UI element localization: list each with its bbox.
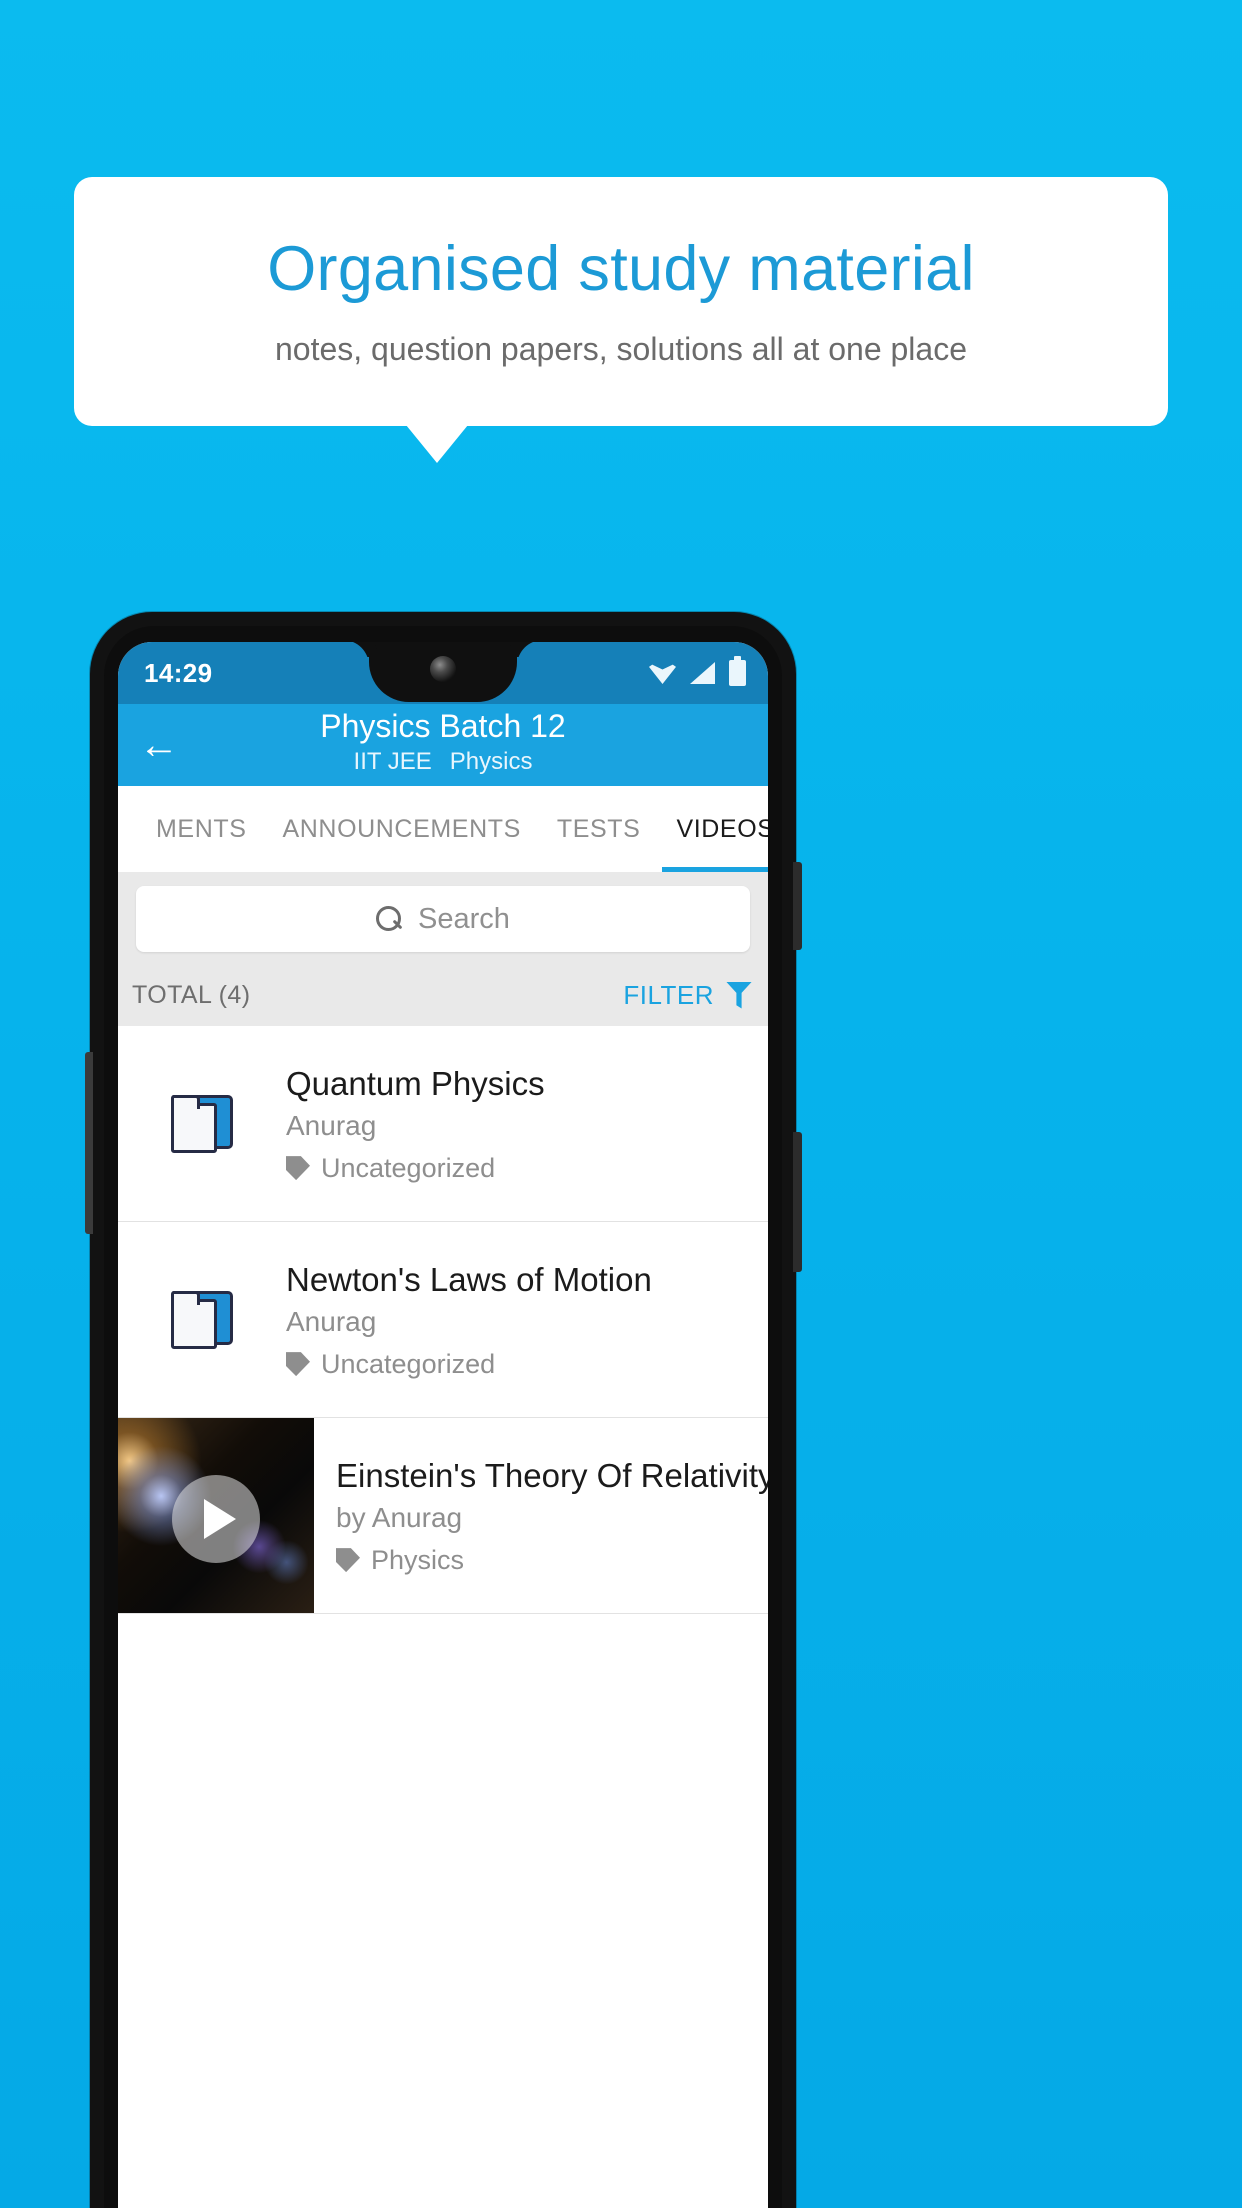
list-item-thumb	[118, 1290, 286, 1349]
list-item[interactable]: Newton's Laws of Motion Anurag Uncategor…	[118, 1222, 768, 1418]
page-title: Physics Batch 12	[320, 708, 566, 744]
side-button[interactable]	[793, 1132, 802, 1272]
filter-label: FILTER	[623, 979, 714, 1010]
callout-tail	[406, 425, 468, 463]
status-time: 14:29	[144, 657, 213, 688]
promo-subtitle: notes, question papers, solutions all at…	[274, 330, 967, 367]
list-item-thumb	[118, 1094, 286, 1153]
search-icon	[376, 906, 402, 932]
list-item-tag: Uncategorized	[321, 1348, 496, 1379]
filter-funnel-icon	[726, 981, 752, 1009]
list-item-title: Quantum Physics	[286, 1065, 545, 1103]
list-item-tagline: Physics	[336, 1545, 768, 1576]
signal-icon	[690, 662, 715, 684]
phone-screen: 14:29 ← Physics Batch 12 IIT JEE Physics	[118, 642, 768, 2208]
subtitle-subject: Physics	[449, 747, 533, 775]
app-bar: ← Physics Batch 12 IIT JEE Physics	[118, 704, 768, 786]
search-section: Search	[118, 872, 768, 964]
list-item-author: by Anurag	[336, 1501, 463, 1533]
tab-assignments[interactable]: MENTS	[138, 786, 265, 872]
filter-button[interactable]: FILTER	[623, 980, 752, 1011]
promo-callout-card: Organised study material notes, question…	[74, 177, 1168, 426]
tab-announcements[interactable]: ANNOUNCEMENTS	[265, 786, 539, 872]
total-count-label: TOTAL (4)	[132, 980, 251, 1009]
subtitle-exam: IIT JEE	[353, 747, 432, 775]
list-item-tag: Physics	[371, 1544, 465, 1575]
tab-tests[interactable]: TESTS	[539, 786, 659, 872]
status-bar: 14:29	[118, 642, 768, 704]
page-subtitle: IIT JEE Physics	[118, 747, 768, 775]
list-item-title: Newton's Laws of Motion	[286, 1261, 652, 1299]
volume-button[interactable]	[85, 1052, 93, 1234]
list-item-tagline: Uncategorized	[286, 1153, 758, 1184]
list-item-title: Einstein's Theory Of Relativity	[336, 1457, 768, 1495]
list-item-author: Anurag	[286, 1109, 377, 1141]
list-item[interactable]: Einstein's Theory Of Relativity by Anura…	[118, 1418, 768, 1614]
play-icon[interactable]	[172, 1475, 260, 1564]
tab-videos[interactable]: VIDEOS	[658, 786, 768, 872]
folder-icon	[171, 1094, 233, 1153]
battery-icon	[729, 656, 746, 686]
list-item-body: Newton's Laws of Motion Anurag Uncategor…	[286, 1259, 768, 1379]
content-list: Quantum Physics Anurag Uncategorized New…	[118, 1026, 768, 1614]
front-camera	[430, 656, 456, 682]
video-thumbnail[interactable]	[118, 1418, 314, 1613]
promo-title: Organised study material	[267, 234, 975, 305]
list-item-tagline: Uncategorized	[286, 1349, 758, 1380]
search-input[interactable]: Search	[136, 886, 750, 952]
status-icons	[649, 656, 746, 686]
search-placeholder: Search	[418, 902, 510, 935]
list-item-author: Anurag	[286, 1305, 377, 1337]
list-item-tag: Uncategorized	[321, 1152, 496, 1183]
tag-icon	[336, 1548, 360, 1573]
power-button[interactable]	[793, 862, 802, 950]
promo-screenshot: Organised study material notes, question…	[0, 0, 1242, 2208]
phone-device-frame: 14:29 ← Physics Batch 12 IIT JEE Physics	[85, 612, 802, 2208]
folder-icon	[171, 1290, 233, 1349]
wifi-icon	[649, 664, 676, 684]
list-item-body: Quantum Physics Anurag Uncategorized	[286, 1063, 768, 1183]
folder-front-sheet	[171, 1290, 217, 1349]
back-arrow-icon[interactable]: ←	[136, 722, 182, 768]
tag-icon	[286, 1352, 310, 1377]
list-item-body: Einstein's Theory Of Relativity by Anura…	[314, 1418, 768, 1613]
tag-icon	[286, 1156, 310, 1181]
tab-bar: MENTS ANNOUNCEMENTS TESTS VIDEOS	[118, 786, 768, 872]
folder-front-sheet	[171, 1094, 217, 1153]
results-toolbar: TOTAL (4) FILTER	[118, 964, 768, 1026]
list-item[interactable]: Quantum Physics Anurag Uncategorized	[118, 1026, 768, 1222]
app-bar-titles: Physics Batch 12 IIT JEE Physics	[118, 708, 768, 775]
